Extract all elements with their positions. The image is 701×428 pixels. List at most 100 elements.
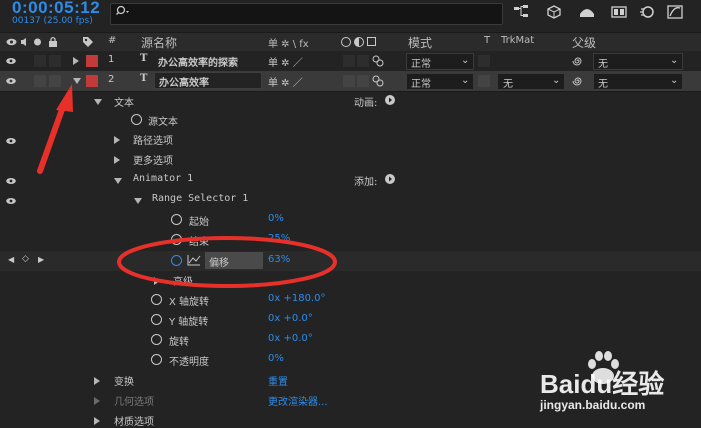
label-tag-icon (83, 37, 93, 47)
column-source-name[interactable]: 源名称 (141, 34, 177, 51)
lock-toggle[interactable] (49, 75, 61, 87)
3d-layer-icon (367, 37, 376, 46)
stopwatch-icon[interactable] (171, 255, 182, 266)
next-keyframe-icon[interactable]: ▶ (38, 255, 44, 264)
source-text-label: 源文本 (148, 117, 178, 128)
watermark: Baidu经验 jingyan.baidu.com (540, 350, 690, 420)
expand-arrow-icon[interactable] (94, 417, 100, 425)
change-renderer-link[interactable]: 更改渲染器... (268, 393, 328, 408)
lock-toggle[interactable] (49, 55, 61, 67)
parent-dropdown[interactable]: 无 ⌄ (593, 73, 683, 90)
collapse-arrow-icon[interactable] (94, 99, 102, 105)
expand-arrow-icon[interactable] (114, 156, 120, 164)
collapse-arrow-icon[interactable] (114, 178, 122, 184)
layer-switches[interactable]: 单 ✲ ／ (268, 74, 303, 89)
stopwatch-icon[interactable] (171, 214, 182, 225)
label-color-swatch[interactable] (86, 55, 98, 67)
mode-dropdown[interactable]: 正常 ⌄ (406, 53, 474, 70)
eye-icon[interactable] (6, 57, 16, 65)
eye-icon[interactable] (6, 177, 16, 185)
frame-blending-icon[interactable] (610, 4, 628, 20)
layer-row[interactable]: 1 T 办公高效率的探索 单 ✲ ／ 正常 ⌄ 无 ⌄ (0, 51, 701, 72)
collapse-transform-icon[interactable] (372, 75, 384, 87)
column-t: T (484, 35, 491, 46)
column-number: # (108, 35, 117, 46)
layer-switches[interactable]: 单 ✲ ／ (268, 54, 303, 69)
composition-flowchart-icon[interactable] (513, 4, 531, 20)
text-layer-icon: T (140, 73, 148, 84)
label-color-swatch[interactable] (86, 75, 98, 87)
x-rotation-value[interactable]: 0x +180.0° (268, 293, 325, 304)
column-mode: 模式 (408, 36, 433, 50)
offset-label-box: 偏移 (205, 252, 263, 269)
expand-arrow-icon[interactable] (94, 397, 100, 405)
eye-icon[interactable] (6, 137, 16, 145)
layer-switch-box[interactable] (357, 75, 369, 87)
stopwatch-icon[interactable] (131, 114, 142, 125)
rotation-value[interactable]: 0x +0.0° (268, 333, 313, 344)
offset-row[interactable] (0, 251, 701, 271)
stopwatch-icon[interactable] (151, 294, 162, 305)
preserve-transparency-toggle[interactable] (478, 75, 490, 87)
layer-row[interactable]: 2 T 办公高效率 单 ✲ ／ 正常 ⌄ 无 ⌄ 无 ⌄ (0, 71, 701, 92)
motion-blur-icon[interactable] (638, 4, 656, 20)
graph-editor-icon[interactable] (666, 4, 684, 20)
pick-whip-icon[interactable] (572, 55, 584, 67)
keyframe-diamond-icon[interactable]: ◇ (22, 254, 29, 264)
hide-shy-layers-icon[interactable] (578, 4, 596, 20)
stopwatch-icon[interactable] (151, 314, 162, 325)
stopwatch-icon[interactable] (171, 234, 182, 245)
solo-toggle[interactable] (34, 75, 46, 87)
pick-whip-icon[interactable] (572, 75, 584, 87)
layer-name-field[interactable]: 办公高效率 (154, 72, 262, 89)
collapse-arrow-icon[interactable] (73, 78, 81, 84)
layer-name[interactable]: 办公高效率的探索 (158, 54, 238, 69)
offset-value[interactable]: 63% (268, 254, 290, 265)
layer-switch-box[interactable] (343, 75, 355, 87)
solo-icon (34, 38, 41, 46)
layer-switch-box[interactable] (357, 55, 369, 67)
solo-toggle[interactable] (34, 55, 46, 67)
chevron-down-icon: ⌄ (461, 75, 470, 86)
range-selector-label[interactable]: Range Selector 1 (152, 193, 248, 204)
trkmat-value: 无 (503, 79, 513, 90)
add-label: 添加: (354, 177, 378, 188)
mode-dropdown[interactable]: 正常 ⌄ (406, 73, 474, 90)
expand-arrow-icon[interactable] (114, 136, 120, 144)
stopwatch-icon[interactable] (151, 354, 162, 365)
parent-dropdown[interactable]: 无 ⌄ (593, 53, 683, 70)
expand-arrow-icon[interactable] (154, 277, 160, 285)
layer-switch-box[interactable] (343, 55, 355, 67)
graph-icon[interactable] (187, 254, 201, 266)
search-icon (116, 5, 129, 15)
column-header: # 源名称 单 ✲ \ fx 模式 T TrkMat 父级 (0, 32, 701, 52)
stopwatch-icon[interactable] (151, 334, 162, 345)
prev-keyframe-icon[interactable]: ◀ (8, 255, 14, 264)
eye-icon[interactable] (6, 77, 16, 85)
add-menu-icon[interactable] (385, 174, 395, 184)
opacity-value[interactable]: 0% (268, 353, 284, 364)
geometry-options-label: 几何选项 (114, 397, 154, 408)
chevron-down-icon: ⌄ (670, 75, 679, 86)
collapse-arrow-icon[interactable] (134, 198, 142, 204)
start-value[interactable]: 0% (268, 213, 284, 224)
expand-arrow-icon[interactable] (73, 57, 79, 65)
preserve-transparency-toggle[interactable] (478, 55, 490, 67)
transform-reset-link[interactable]: 重置 (268, 373, 288, 388)
animator-label[interactable]: Animator 1 (133, 173, 193, 184)
timeline-toolbar: 0:00:05:12 00137 (25.00 fps) (0, 0, 701, 31)
search-input[interactable] (110, 3, 503, 25)
layer-index: 2 (108, 74, 115, 85)
trkmat-dropdown[interactable]: 无 ⌄ (497, 73, 565, 90)
animate-menu-icon[interactable] (385, 95, 395, 105)
mode-value: 正常 (411, 59, 431, 70)
column-parent: 父级 (572, 36, 597, 50)
end-value[interactable]: 25% (268, 233, 290, 244)
eye-icon[interactable] (6, 197, 16, 205)
expand-arrow-icon[interactable] (94, 377, 100, 385)
y-rotation-value[interactable]: 0x +0.0° (268, 313, 313, 324)
draft-3d-icon[interactable] (545, 4, 563, 20)
eye-icon (6, 38, 17, 46)
column-trkmat: TrkMat (501, 35, 535, 46)
collapse-transform-icon[interactable] (372, 55, 384, 67)
